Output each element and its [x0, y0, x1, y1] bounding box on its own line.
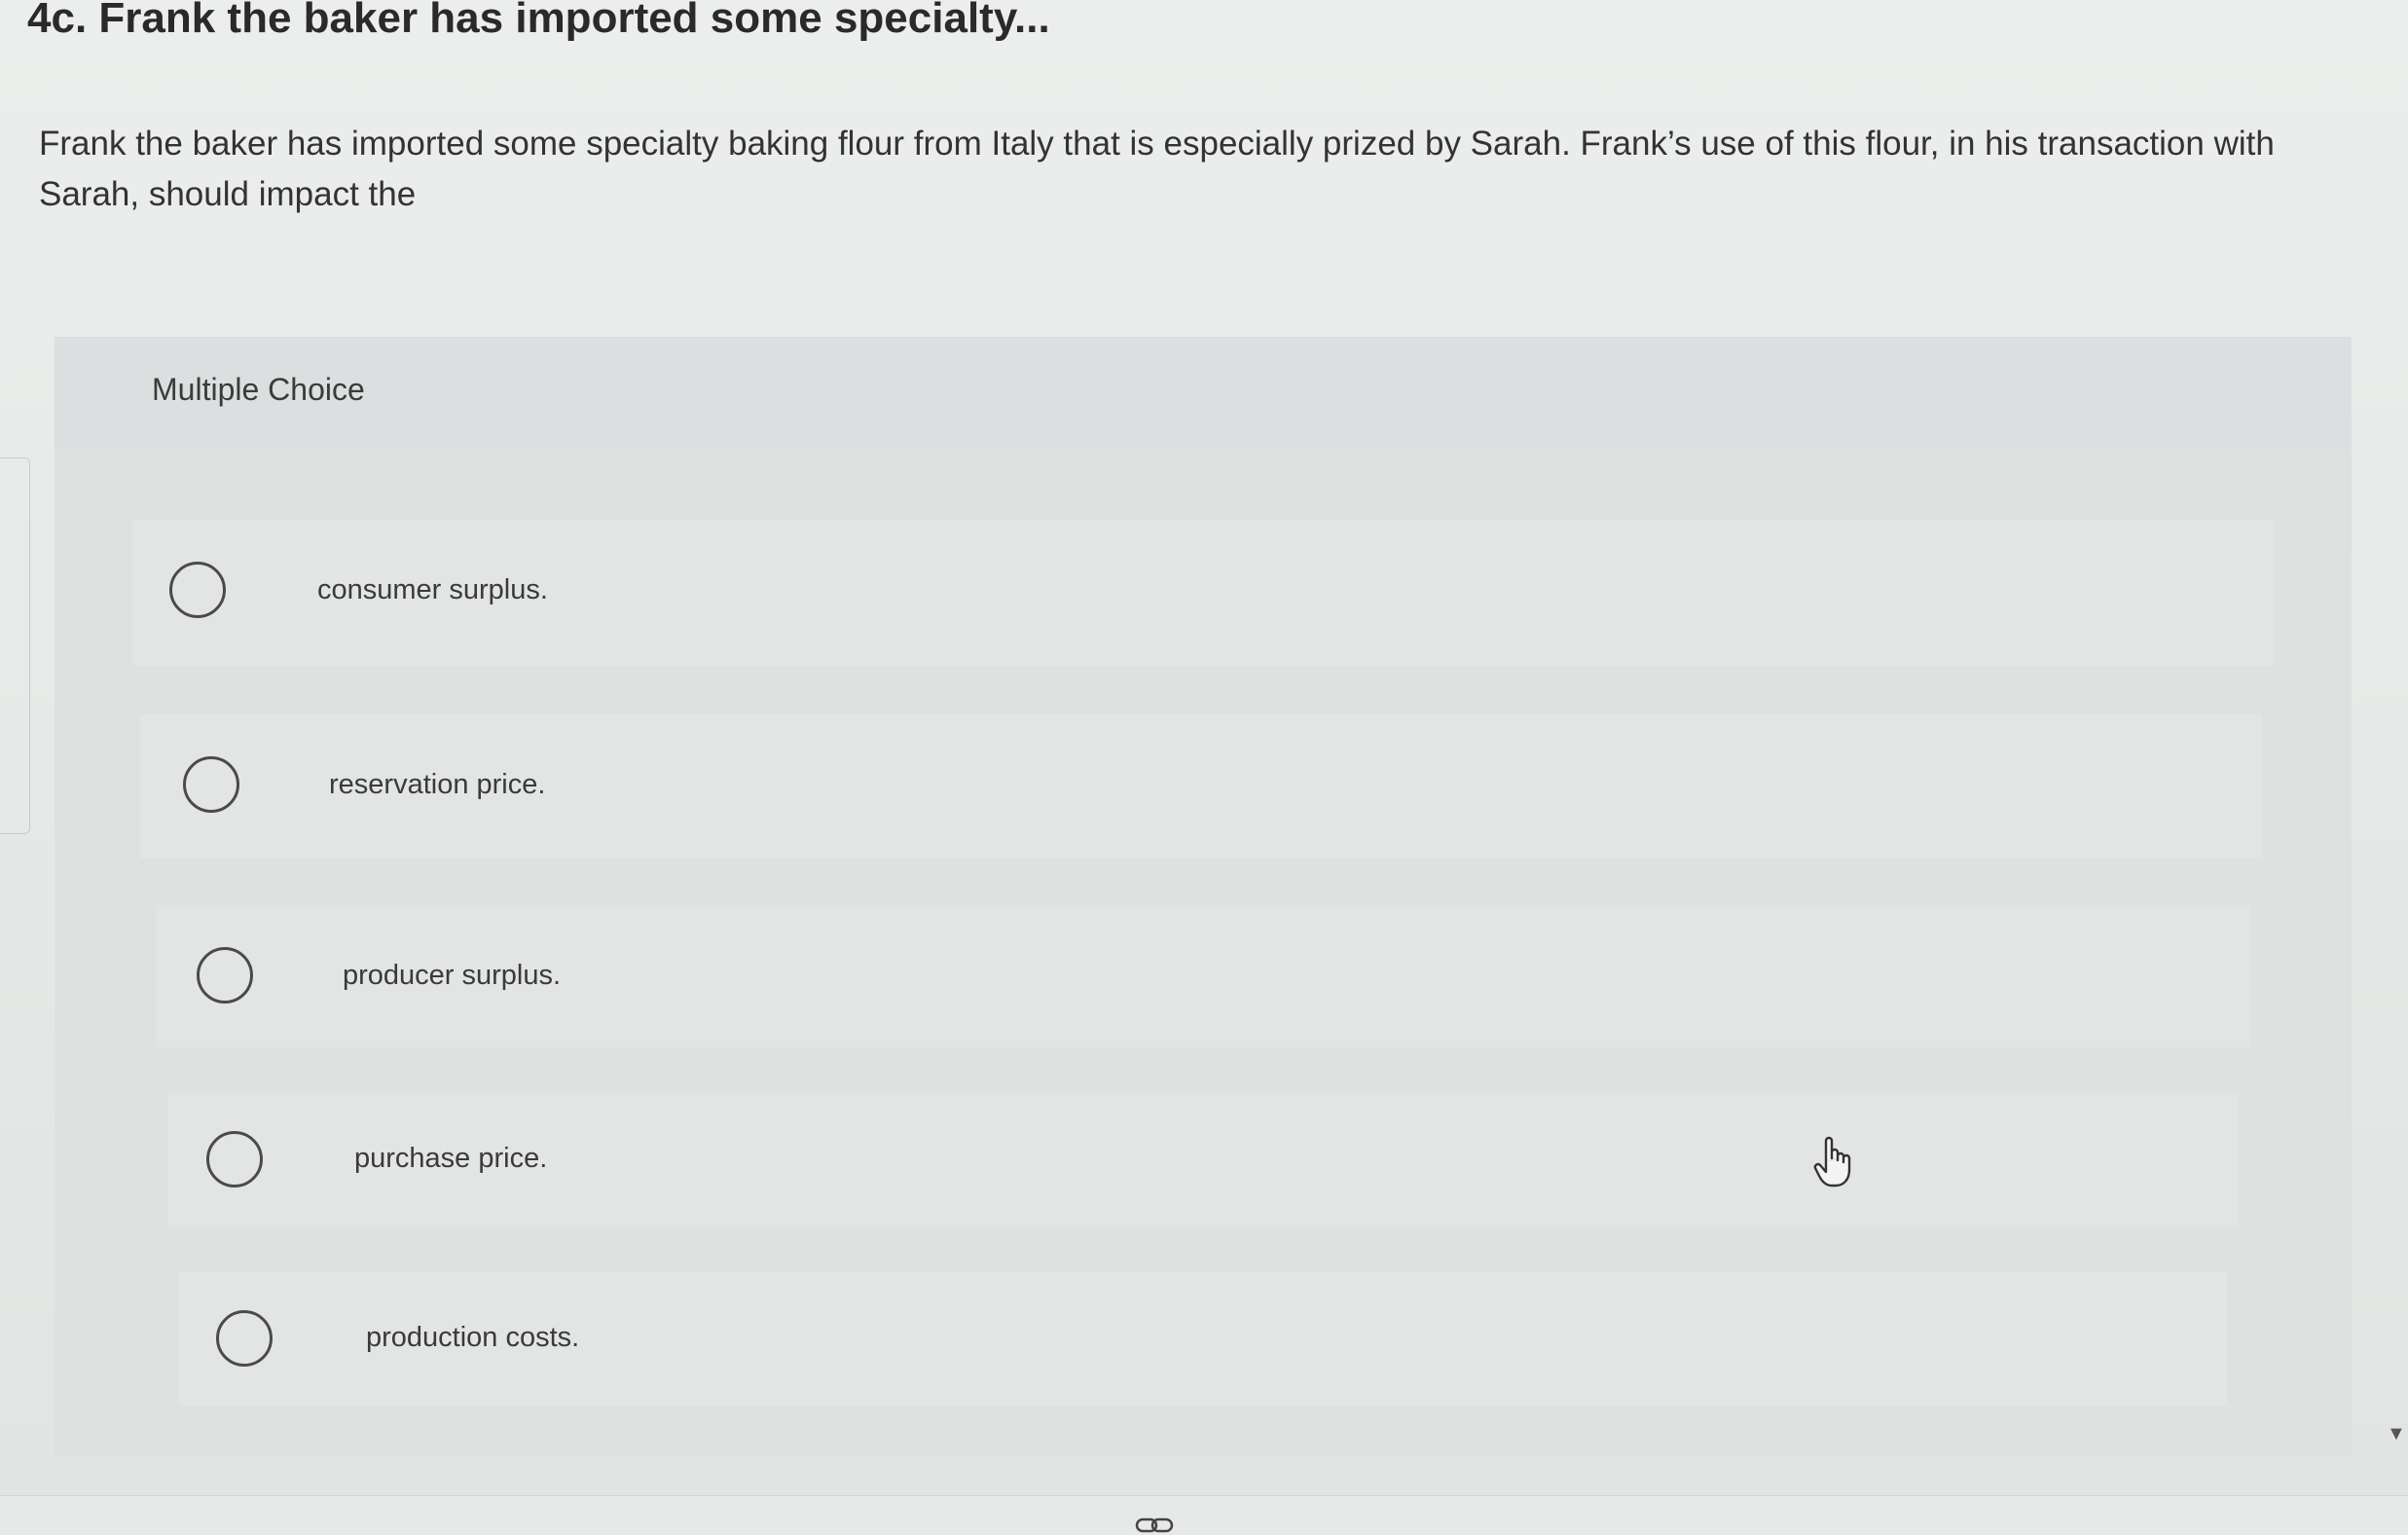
- hand-pointer-icon: [1813, 1136, 1851, 1188]
- option-label: consumer surplus.: [317, 574, 548, 605]
- option-label: production costs.: [366, 1322, 580, 1353]
- radio-circle-icon[interactable]: [216, 1310, 273, 1367]
- option-production-costs[interactable]: production costs.: [179, 1271, 2227, 1406]
- question-title: 4c. Frank the baker has imported some sp…: [27, 0, 1050, 42]
- multiple-choice-panel: Multiple Choice consumer surplus. reserv…: [55, 337, 2352, 1456]
- radio-circle-icon[interactable]: [197, 947, 253, 1004]
- side-panel-edge: [0, 457, 30, 834]
- quiz-page: 4c. Frank the baker has imported some sp…: [0, 0, 2408, 1535]
- radio-circle-icon[interactable]: [183, 756, 239, 813]
- radio-circle-icon[interactable]: [169, 562, 226, 618]
- option-consumer-surplus[interactable]: consumer surplus.: [132, 520, 2274, 666]
- multiple-choice-header: [55, 337, 2352, 450]
- scroll-down-arrow-icon[interactable]: ▼: [2387, 1423, 2406, 1445]
- option-producer-surplus[interactable]: producer surplus.: [156, 905, 2250, 1047]
- radio-circle-icon[interactable]: [206, 1131, 263, 1188]
- option-label: producer surplus.: [343, 960, 562, 991]
- option-label: purchase price.: [354, 1143, 548, 1174]
- option-label: reservation price.: [329, 769, 546, 800]
- option-purchase-price[interactable]: purchase price.: [167, 1092, 2239, 1228]
- multiple-choice-label: Multiple Choice: [152, 372, 365, 407]
- bottom-toolbar: [0, 1495, 2408, 1535]
- link-icon[interactable]: [1135, 1517, 1174, 1534]
- question-text: Frank the baker has imported some specia…: [39, 125, 2275, 213]
- option-reservation-price[interactable]: reservation price.: [140, 714, 2262, 859]
